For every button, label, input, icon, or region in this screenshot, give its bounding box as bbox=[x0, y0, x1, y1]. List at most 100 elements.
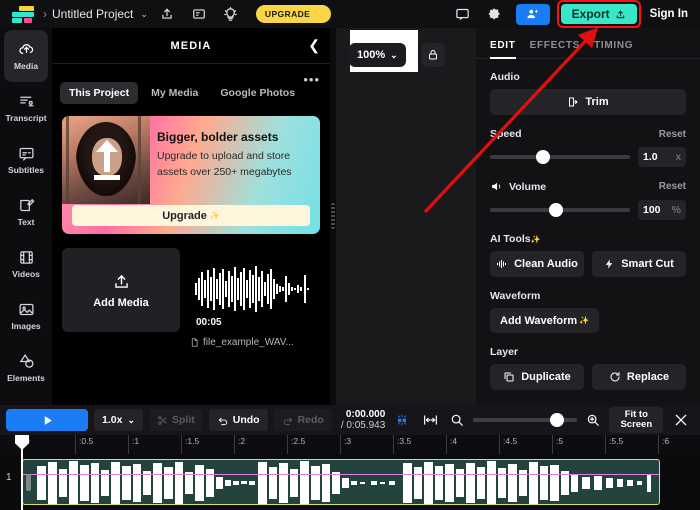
ruler-tick: :1.5 bbox=[181, 435, 199, 454]
promo-upgrade-label: Upgrade bbox=[162, 209, 207, 222]
smart-cut-button[interactable]: Smart Cut bbox=[592, 251, 686, 277]
tab-edit[interactable]: EDIT bbox=[490, 40, 516, 59]
comment-icon[interactable] bbox=[450, 3, 476, 25]
speed-slider[interactable] bbox=[490, 150, 630, 164]
replace-button[interactable]: Replace bbox=[592, 364, 686, 390]
add-waveform-button[interactable]: Add Waveform ✨ bbox=[490, 308, 600, 333]
sidebar-label: Elements bbox=[7, 373, 45, 383]
volume-slider[interactable] bbox=[490, 203, 630, 217]
zoom-level-dropdown[interactable]: 100% ⌄ bbox=[349, 43, 406, 67]
settings-gear-icon[interactable] bbox=[482, 3, 508, 25]
zoom-in-icon bbox=[588, 414, 600, 426]
sign-in-button[interactable]: Sign In bbox=[650, 8, 688, 20]
preview-canvas-area[interactable]: 100% ⌄ bbox=[336, 28, 476, 405]
promo-upgrade-button[interactable]: Upgrade ✨ bbox=[72, 205, 310, 226]
add-media-label: Add Media bbox=[93, 296, 149, 309]
speed-value: 1.0 bbox=[643, 151, 658, 163]
upgrade-promo-card[interactable]: Bigger, bolder assets Upgrade to upload … bbox=[62, 116, 320, 234]
fit-width-button[interactable] bbox=[419, 413, 441, 427]
ruler-tick: :3.5 bbox=[393, 435, 411, 454]
speed-value-box[interactable]: 1.0 x bbox=[638, 147, 686, 167]
clip-volume-line[interactable] bbox=[23, 474, 659, 475]
fit-to-screen-button[interactable]: Fit to Screen bbox=[609, 407, 664, 433]
lock-canvas-button[interactable] bbox=[421, 43, 445, 67]
tab-effects[interactable]: EFFECTS bbox=[530, 40, 580, 58]
volume-reset-button[interactable]: Reset bbox=[659, 181, 686, 192]
speed-slider-knob[interactable] bbox=[536, 150, 551, 164]
invite-people-button[interactable] bbox=[515, 3, 550, 25]
volume-slider-knob[interactable] bbox=[548, 203, 563, 217]
current-time: 0:00.000 bbox=[345, 408, 386, 420]
sidebar-item-elements[interactable]: Elements bbox=[0, 342, 52, 394]
share-icon[interactable] bbox=[154, 3, 180, 25]
clean-audio-label: Clean Audio bbox=[514, 258, 578, 270]
duplicate-button[interactable]: Duplicate bbox=[490, 364, 584, 390]
media-tabs: This Project My Media Google Photos bbox=[52, 64, 330, 104]
split-button[interactable]: Split bbox=[148, 409, 203, 431]
sidebar-label: Text bbox=[17, 217, 35, 227]
tips-idea-icon[interactable] bbox=[218, 3, 244, 25]
drag-handle-icon[interactable] bbox=[331, 203, 335, 229]
tab-google-photos[interactable]: Google Photos bbox=[211, 82, 304, 104]
clip-left-handle[interactable] bbox=[26, 474, 31, 491]
zoom-in-button[interactable] bbox=[583, 413, 603, 427]
timeline-playhead[interactable] bbox=[15, 435, 29, 510]
volume-value: 100 bbox=[643, 204, 661, 216]
upgrade-button[interactable]: UPGRADE ✨ bbox=[255, 5, 332, 23]
project-title[interactable]: Untitled Project bbox=[52, 7, 133, 21]
audio-clip[interactable] bbox=[22, 459, 660, 505]
export-button[interactable]: Export bbox=[560, 4, 637, 24]
trim-button[interactable]: Trim bbox=[490, 89, 686, 115]
speed-reset-button[interactable]: Reset bbox=[659, 129, 686, 140]
lightning-icon bbox=[606, 259, 613, 269]
playback-speed-dropdown[interactable]: 1.0x ⌄ bbox=[94, 409, 143, 431]
timeline-zoom-knob[interactable] bbox=[550, 413, 565, 427]
veed-editor-app: › Untitled Project ⌄ UPGRADE ✨ Export Si… bbox=[0, 0, 700, 510]
sidebar-item-media[interactable]: Media bbox=[4, 30, 48, 82]
zoom-out-button[interactable] bbox=[447, 413, 467, 427]
play-button[interactable] bbox=[6, 409, 88, 431]
trim-label: Trim bbox=[585, 96, 609, 108]
ruler-tick: :2.5 bbox=[287, 435, 305, 454]
sidebar-item-subtitles[interactable]: Subtitles bbox=[0, 134, 52, 186]
timeline-zoom-slider[interactable] bbox=[473, 413, 578, 427]
media-grid: Add Media 00:05 file_example_WAV... bbox=[52, 234, 330, 348]
add-media-button[interactable]: Add Media bbox=[62, 248, 180, 332]
tab-this-project[interactable]: This Project bbox=[60, 82, 139, 104]
tab-my-media[interactable]: My Media bbox=[142, 82, 207, 104]
ai-tools-section-label: AI Tools✨ bbox=[490, 233, 686, 245]
media-filename: file_example_WAV... bbox=[203, 337, 294, 348]
sidebar-item-transcript[interactable]: Transcript bbox=[0, 82, 52, 134]
sparkle-icon: ✨ bbox=[530, 235, 541, 244]
ai-tools-label: AI Tools bbox=[490, 233, 531, 245]
undo-button[interactable]: Undo bbox=[208, 409, 268, 431]
top-bar: › Untitled Project ⌄ UPGRADE ✨ Export Si… bbox=[0, 0, 700, 28]
clean-audio-button[interactable]: Clean Audio bbox=[490, 251, 584, 277]
sidebar-item-images[interactable]: Images bbox=[0, 290, 52, 342]
time-display: 0:00.000 / 0:05.943 bbox=[341, 409, 385, 432]
sidebar-label: Videos bbox=[12, 269, 40, 279]
zoom-out-icon bbox=[452, 414, 464, 426]
timeline-ruler[interactable]: 0 :0.5 :1 :1.5 :2 :2.5 :3 :3.5 :4 :4.5 :… bbox=[0, 435, 700, 454]
media-panel-title: MEDIA bbox=[170, 39, 212, 52]
feedback-icon[interactable] bbox=[186, 3, 212, 25]
play-icon bbox=[44, 415, 52, 425]
zoom-level-value: 100% bbox=[357, 49, 386, 61]
veed-logo[interactable] bbox=[10, 5, 40, 23]
close-timeline-button[interactable] bbox=[669, 412, 693, 428]
chevron-left-icon[interactable]: ❮ bbox=[308, 37, 320, 54]
tab-timing[interactable]: TIMING bbox=[594, 40, 633, 58]
upload-icon bbox=[114, 274, 128, 288]
inspector-tabs: EDIT EFFECTS TIMING bbox=[476, 28, 700, 59]
more-options-icon[interactable]: ••• bbox=[303, 72, 320, 87]
magnet-snap-button[interactable] bbox=[391, 412, 413, 428]
chevron-down-icon[interactable]: ⌄ bbox=[140, 9, 148, 20]
sidebar-item-text[interactable]: Text bbox=[0, 186, 52, 238]
undo-label: Undo bbox=[232, 414, 260, 426]
media-asset-card[interactable]: 00:05 file_example_WAV... bbox=[190, 248, 312, 348]
subtitles-icon bbox=[18, 147, 34, 161]
volume-value-box[interactable]: 100 % bbox=[638, 200, 686, 220]
redo-button[interactable]: Redo bbox=[273, 409, 332, 431]
speed-label: Speed bbox=[490, 128, 522, 140]
sidebar-item-videos[interactable]: Videos bbox=[0, 238, 52, 290]
